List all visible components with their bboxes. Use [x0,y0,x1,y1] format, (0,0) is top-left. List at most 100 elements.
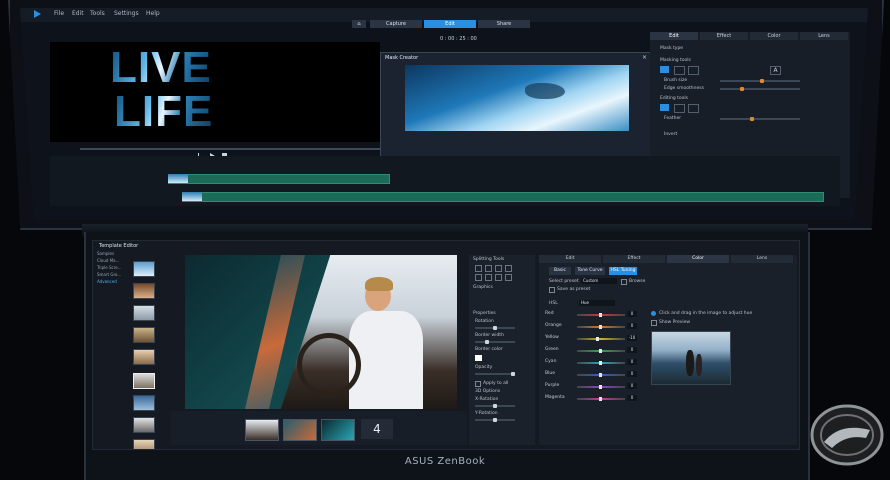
hsl-slider[interactable] [577,361,625,365]
hsl-value-field[interactable]: -10 [627,335,637,341]
strip-thumb-1[interactable] [245,419,279,441]
split-tool-button[interactable] [485,274,492,281]
tab-color[interactable]: Color [667,255,729,263]
hsl-slider-knob[interactable] [598,373,602,377]
y-rotation-slider[interactable] [475,418,515,422]
split-tool-button[interactable] [495,274,502,281]
mode-tab-edit[interactable]: Edit [424,20,476,28]
save-preset-icon[interactable] [549,287,555,293]
split-tool-button[interactable] [485,265,492,272]
hsl-slider[interactable] [577,385,625,389]
tab-color[interactable]: Color [750,32,798,40]
brush-size-slider[interactable] [720,79,800,83]
rotation-slider[interactable] [475,326,515,330]
apply-to-all-checkbox[interactable] [475,381,481,387]
brush-tool-button[interactable] [660,66,669,73]
template-thumb[interactable] [133,283,155,299]
hsl-tuning-button[interactable]: HSL Tuning [609,267,637,275]
hsl-value-field[interactable]: 0 [627,311,637,317]
browse-label[interactable]: Browse [629,279,645,284]
library-item[interactable]: Triple Scre... [97,265,122,270]
feather-knob[interactable] [750,117,754,121]
eyedropper-icon[interactable] [651,311,656,316]
clip-thumb-2[interactable] [182,192,202,201]
hsl-slider-knob[interactable] [598,385,602,389]
x-rotation-knob[interactable] [493,404,497,408]
menu-help[interactable]: Help [146,10,160,17]
edit-tool-1[interactable] [660,104,669,111]
library-item[interactable]: Smart Gro... [97,272,121,277]
strip-thumb-2[interactable] [283,419,317,441]
library-item[interactable]: Cloud Ma... [97,258,119,263]
brush-size-knob[interactable] [760,79,764,83]
tone-curve-button[interactable]: Tone Curve [575,267,605,275]
template-thumb[interactable] [133,305,155,321]
close-icon[interactable]: × [642,54,647,61]
hsl-value-field[interactable]: 0 [627,323,637,329]
save-preset-label[interactable]: Save as preset [557,287,590,292]
clip-thumb-1[interactable] [168,174,188,183]
timeline[interactable] [50,156,840,206]
hsl-slider[interactable] [577,313,625,317]
tab-lens[interactable]: Lens [800,32,848,40]
hsl-slider[interactable] [577,349,625,353]
preset-dropdown[interactable]: Custom [581,278,617,284]
hsl-value-field[interactable]: 0 [627,383,637,389]
edit-tool-2[interactable] [674,104,685,113]
border-color-swatch[interactable] [475,355,482,361]
template-thumb[interactable] [133,439,155,449]
mode-tab-capture[interactable]: Capture [370,20,422,28]
menu-file[interactable]: File [54,10,64,17]
hsl-slider[interactable] [577,373,625,377]
tab-effect[interactable]: Effect [700,32,748,40]
edit-tool-3[interactable] [688,104,699,113]
hsl-slider[interactable] [577,325,625,329]
hsl-slider-knob[interactable] [598,325,602,329]
edge-smoothness-knob[interactable] [740,87,744,91]
tab-edit[interactable]: Edit [650,32,698,40]
hsl-value-field[interactable]: 0 [627,395,637,401]
hsl-slider-knob[interactable] [598,397,602,401]
hsl-value-field[interactable]: 0 [627,371,637,377]
basic-button[interactable]: Basic [549,267,571,275]
library-item[interactable]: Samples [97,251,114,256]
hsl-slider-knob[interactable] [598,361,602,365]
hsl-value-field[interactable]: 0 [627,347,637,353]
split-tool-button[interactable] [475,265,482,272]
split-tool-button[interactable] [475,274,482,281]
timeline-clip-2[interactable] [182,192,824,202]
tab-edit[interactable]: Edit [539,255,601,263]
split-tool-button[interactable] [505,274,512,281]
template-thumb[interactable] [133,395,155,411]
hsl-slider[interactable] [577,397,625,401]
menu-edit[interactable]: Edit [72,10,84,17]
mask-video-preview[interactable] [405,65,629,131]
hsl-value-field[interactable]: 0 [627,359,637,365]
opacity-slider[interactable] [475,372,515,376]
template-thumb[interactable] [133,261,155,277]
hsl-slider-knob[interactable] [595,337,599,341]
tab-lens[interactable]: Lens [731,255,793,263]
tab-effect[interactable]: Effect [603,255,665,263]
hsl-slider-knob[interactable] [598,349,602,353]
mode-tab-share[interactable]: Share [478,20,530,28]
y-rotation-knob[interactable] [493,418,497,422]
opacity-knob[interactable] [511,372,515,376]
menu-tools[interactable]: Tools [90,10,105,17]
template-thumb-selected[interactable] [133,373,155,389]
template-thumb[interactable] [133,327,155,343]
home-button[interactable]: ⌂ [352,20,366,28]
edge-smoothness-slider[interactable] [720,87,800,91]
strip-thumb-3[interactable] [321,419,355,441]
x-rotation-slider[interactable] [475,404,515,408]
browse-icon[interactable] [621,279,627,285]
library-item[interactable]: Advanced [97,279,117,284]
rotation-knob[interactable] [493,326,497,330]
show-preview-checkbox[interactable] [651,320,657,326]
video-preview[interactable]: LIVE LIFE [50,42,380,142]
eraser-tool-button[interactable] [674,66,685,75]
text-tool-button[interactable]: A [770,66,781,75]
preview-scrubber[interactable] [80,148,380,150]
split-tool-button[interactable] [505,265,512,272]
feather-slider[interactable] [720,117,800,121]
